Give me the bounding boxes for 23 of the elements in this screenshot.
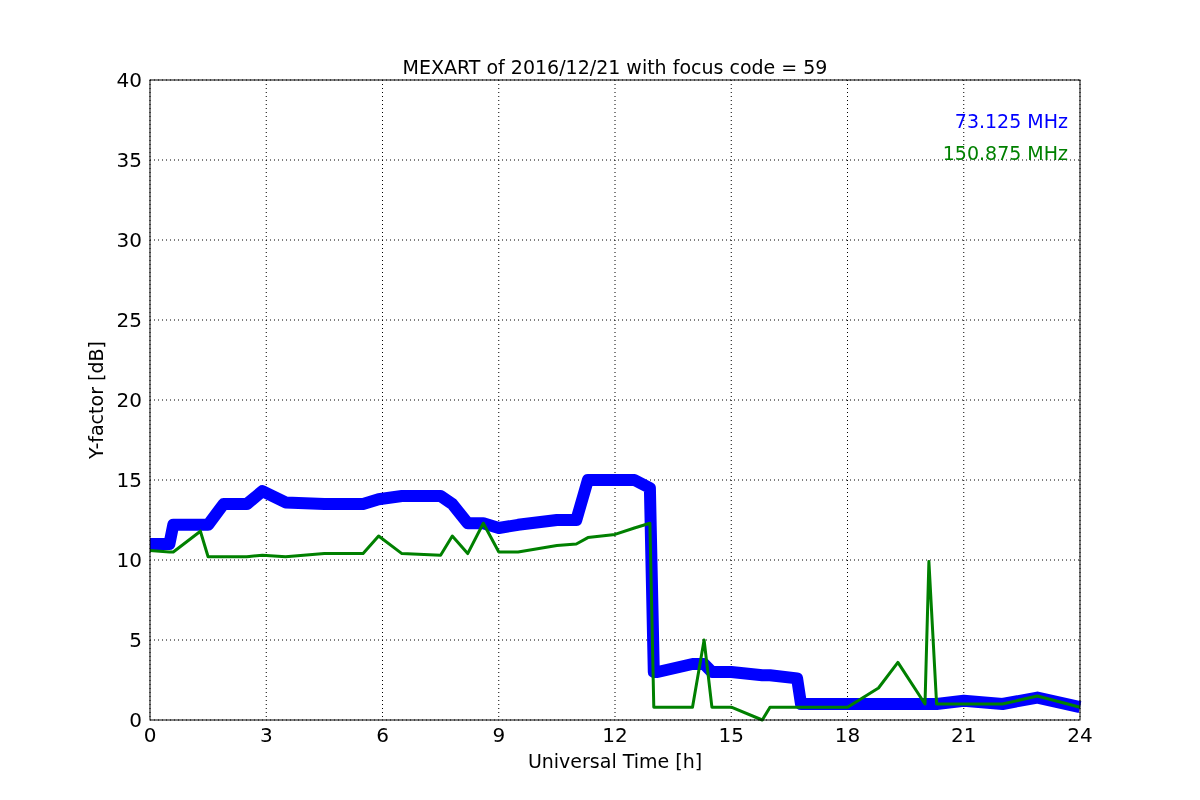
x-tick-label: 21 <box>951 723 977 747</box>
y-tick-label: 0 <box>129 708 142 732</box>
x-tick-label: 15 <box>718 723 744 747</box>
y-tick-label: 25 <box>116 308 142 332</box>
y-tick-label: 20 <box>116 388 142 412</box>
legend-label: 73.125 MHz <box>954 110 1068 132</box>
y-axis-label: Y-factor [dB] <box>85 341 107 459</box>
x-axis-label: Universal Time [h] <box>527 750 703 772</box>
y-tick-label: 30 <box>116 228 142 252</box>
y-tick-label: 10 <box>116 548 142 572</box>
y-tick-label: 35 <box>116 148 142 172</box>
y-tick-label: 15 <box>116 468 142 492</box>
x-tick-label: 18 <box>834 723 861 747</box>
x-tick-label: 24 <box>1067 723 1093 747</box>
x-tick-label: 0 <box>143 723 157 747</box>
chart-title: MEXART of 2016/12/21 with focus code = 59 <box>402 56 828 78</box>
x-tick-label: 6 <box>376 723 389 747</box>
legend-label: 150.875 MHz <box>942 142 1068 164</box>
x-tick-label: 3 <box>259 723 273 747</box>
y-tick-label: 40 <box>116 68 142 92</box>
x-tick-label: 12 <box>602 723 628 747</box>
x-tick-label: 9 <box>492 723 506 747</box>
y-tick-label: 5 <box>129 628 142 652</box>
